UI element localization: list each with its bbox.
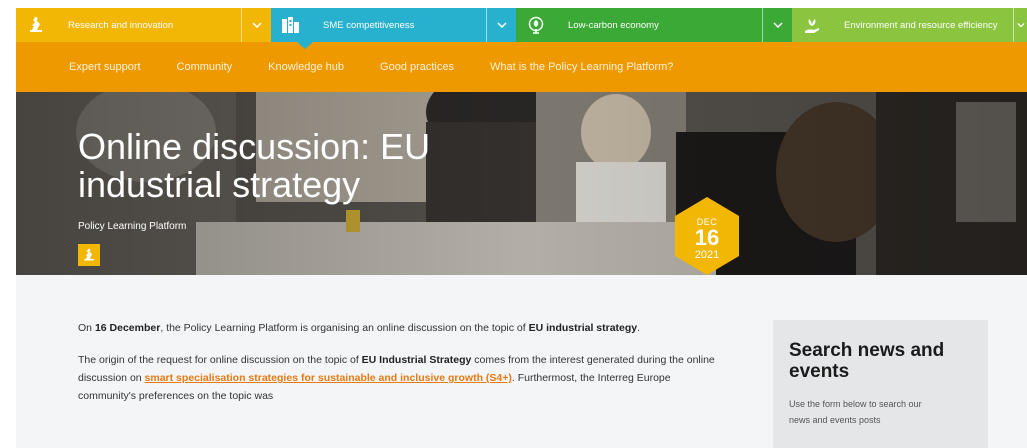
theme-label: Research and innovation (68, 19, 174, 31)
chevron-down-icon[interactable] (1013, 8, 1027, 42)
chevron-down-icon[interactable] (486, 8, 516, 42)
nav-expert-support[interactable]: Expert support (69, 61, 141, 73)
sidebar-description: Use the form below to search our news an… (789, 399, 922, 425)
person-innovation-icon (16, 8, 56, 42)
s4-discussion-link[interactable]: smart specialisation strategies for sust… (145, 372, 512, 384)
theme-bar: Research and innovation SME competitiven… (16, 8, 1027, 49)
page-title: Online discussion: EU industrial strateg… (78, 126, 431, 205)
main-content: On 16 December, the Policy Learning Plat… (16, 275, 1027, 448)
active-theme-pointer (297, 42, 313, 49)
buildings-icon (271, 8, 311, 42)
article-body: On 16 December, the Policy Learning Plat… (78, 319, 718, 419)
theme-sme-competitiveness[interactable]: SME competitiveness (271, 8, 516, 49)
hand-plant-icon (792, 8, 832, 42)
theme-low-carbon-economy[interactable]: Low-carbon economy (516, 8, 792, 42)
article-paragraph: On 16 December, the Policy Learning Plat… (78, 322, 641, 334)
page-category[interactable]: Policy Learning Platform (78, 221, 186, 232)
event-date-badge: DEC 16 2021 (675, 197, 739, 275)
leaf-globe-icon (516, 8, 556, 42)
theme-environment-resource-efficiency[interactable]: Environment and resource efficiency (792, 8, 1027, 42)
theme-research-innovation[interactable]: Research and innovation (16, 8, 271, 42)
nav-community[interactable]: Community (177, 61, 233, 73)
nav-good-practices[interactable]: Good practices (380, 61, 454, 73)
sub-navigation: Expert support Community Knowledge hub G… (16, 42, 1027, 92)
nav-knowledge-hub[interactable]: Knowledge hub (268, 61, 344, 73)
theme-label: SME competitiveness (323, 19, 415, 31)
theme-label: Low-carbon economy (568, 19, 659, 31)
sidebar-title: Search news and events (789, 340, 945, 382)
hero-banner: Online discussion: EU industrial strateg… (16, 92, 1027, 275)
search-sidebar: Search news and events Use the form belo… (773, 320, 988, 448)
chevron-down-icon[interactable] (241, 8, 271, 42)
article-paragraph: The origin of the request for online dis… (78, 354, 715, 402)
research-innovation-badge[interactable] (78, 244, 100, 266)
theme-label: Environment and resource efficiency (844, 19, 998, 31)
chevron-down-icon[interactable] (762, 8, 792, 42)
nav-about-platform[interactable]: What is the Policy Learning Platform? (490, 61, 673, 73)
event-year: 2021 (694, 249, 720, 261)
person-innovation-icon (84, 248, 94, 261)
event-day: 16 (694, 225, 720, 250)
